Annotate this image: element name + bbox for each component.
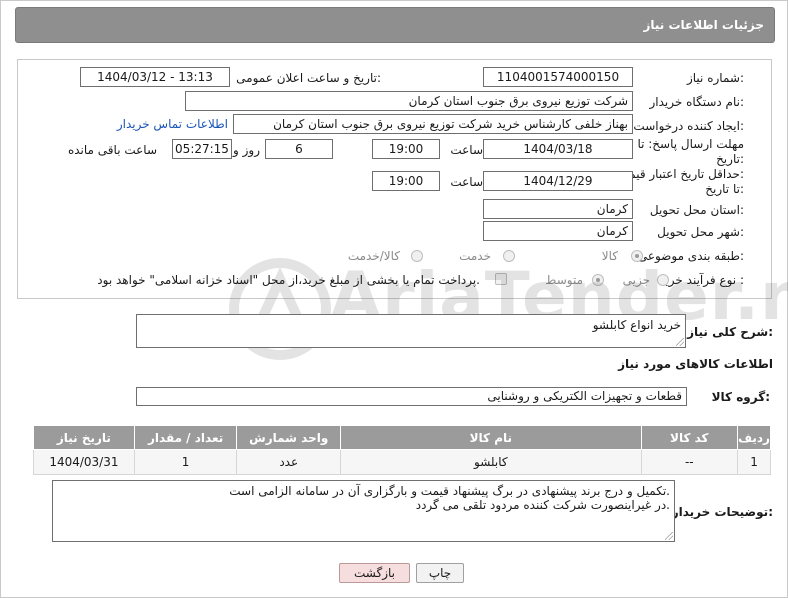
col-item-name: نام کالا	[340, 425, 642, 450]
resize-grip-icon[interactable]	[665, 532, 673, 540]
announce-date-field[interactable]: 1404/03/12 - 13:13	[80, 67, 230, 87]
goods-group-label: گروه کالا:	[711, 390, 770, 404]
city-field[interactable]: کرمان	[483, 221, 633, 241]
cell-need-date: 1404/03/31	[33, 449, 135, 475]
process-minor-label: جزیی	[622, 273, 650, 287]
buyer-contact-link[interactable]: اطلاعات تماس خریدار	[117, 117, 228, 131]
cell-item-code: --	[640, 449, 739, 475]
buyer-org-label: نام دستگاه خریدار:	[649, 95, 745, 109]
page-header: جزئیات اطلاعات نیاز	[15, 7, 775, 43]
deadline-time-field[interactable]: 19:00	[372, 139, 440, 159]
process-medium-label: متوسط	[545, 273, 583, 287]
process-radio-medium[interactable]	[592, 274, 604, 286]
goods-group-field[interactable]: قطعات و تجهیزات الکتریکی و روشنایی	[136, 387, 687, 406]
time-remaining-label: ساعت باقی مانده	[67, 143, 157, 157]
col-unit: واحد شمارش	[236, 425, 342, 450]
buyer-notes-label: توضیحات خریدار:	[671, 505, 773, 519]
category-radio-service[interactable]	[503, 250, 515, 262]
col-need-date: تاریخ نیاز	[33, 425, 135, 450]
category-radio-goods-service[interactable]	[411, 250, 423, 262]
table-row[interactable]: 1404/03/31 1 عدد کابلشو -- 1	[33, 449, 771, 475]
validity-time-field[interactable]: 19:00	[372, 171, 440, 191]
goods-table-header-row: تاریخ نیاز تعداد / مقدار واحد شمارش نام …	[33, 425, 771, 450]
treasury-payment-note: پرداخت تمام یا بخشی از مبلغ خرید،از محل …	[97, 273, 480, 287]
goods-section-title: اطلاعات کالاهای مورد نیاز	[618, 357, 773, 371]
announce-date-label: تاریخ و ساعت اعلان عمومی:	[236, 71, 381, 85]
buyer-notes-line-1: تکمیل و درج برند پیشنهادی در برگ پیشنهاد…	[229, 484, 670, 498]
col-quantity: تعداد / مقدار	[133, 425, 238, 450]
goods-table: تاریخ نیاز تعداد / مقدار واحد شمارش نام …	[33, 425, 771, 475]
creator-label: ایجاد کننده درخواست:	[633, 119, 744, 133]
cell-row-number: 1	[737, 449, 771, 475]
deadline-time-label: ساعت	[450, 143, 483, 157]
category-goods-label: کالا	[601, 249, 618, 263]
need-number-label: شماره نیاز:	[686, 71, 744, 85]
cell-unit: عدد	[236, 449, 342, 475]
cell-quantity: 1	[133, 449, 238, 475]
treasury-payment-checkbox[interactable]	[495, 273, 507, 285]
category-label: طبقه بندی موضوعی:	[637, 249, 744, 263]
validity-label-date: تا تاریخ:	[705, 182, 744, 196]
need-number-field[interactable]: 1104001574000150	[483, 67, 633, 87]
col-item-code: کد کالا	[640, 425, 739, 450]
validity-time-label: ساعت	[450, 175, 483, 189]
back-button[interactable]: بازگشت	[339, 563, 410, 583]
cell-item-name: کابلشو	[340, 449, 642, 475]
need-description-textarea[interactable]: خرید انواع کابلشو	[136, 314, 686, 348]
deadline-label: مهلت ارسال پاسخ: تا	[637, 137, 744, 151]
page-title: جزئیات اطلاعات نیاز	[643, 18, 764, 32]
deadline-date-field[interactable]: 1404/03/18	[483, 139, 633, 159]
validity-date-field[interactable]: 1404/12/29	[483, 171, 633, 191]
category-radio-goods[interactable]	[631, 250, 643, 262]
buyer-notes-textarea[interactable]: تکمیل و درج برند پیشنهادی در برگ پیشنهاد…	[52, 480, 675, 542]
province-label: استان محل تحویل:	[649, 203, 744, 217]
need-description-text: خرید انواع کابلشو	[592, 318, 681, 332]
print-button[interactable]: چاپ	[416, 563, 464, 583]
time-remaining-field[interactable]: 05:27:15	[172, 139, 232, 159]
validity-label: حداقل تاریخ اعتبار قیمت:	[617, 167, 744, 181]
col-row-number: ردیف	[737, 425, 771, 450]
category-service-label: خدمت	[459, 249, 491, 263]
city-label: شهر محل تحویل:	[657, 225, 744, 239]
deadline-label-date: تاریخ:	[716, 152, 744, 166]
process-radio-minor[interactable]	[657, 274, 669, 286]
need-description-label: شرح کلی نیاز:	[687, 325, 773, 339]
category-goods-service-label: کالا/خدمت	[347, 249, 400, 263]
province-field[interactable]: کرمان	[483, 199, 633, 219]
days-label: روز و	[233, 143, 260, 157]
resize-grip-icon[interactable]	[676, 338, 684, 346]
buyer-org-field[interactable]: شرکت توزیع نیروی برق جنوب استان کرمان	[185, 91, 633, 111]
buyer-notes-line-2: در غیراینصورت شرکت کننده مردود تلقی می گ…	[415, 498, 670, 512]
days-remaining-field[interactable]: 6	[265, 139, 333, 159]
process-type-label: نوع فرآیند خرید :	[659, 273, 744, 287]
creator-field[interactable]: بهناز خلفی کارشناس خرید شرکت توزیع نیروی…	[233, 114, 633, 134]
